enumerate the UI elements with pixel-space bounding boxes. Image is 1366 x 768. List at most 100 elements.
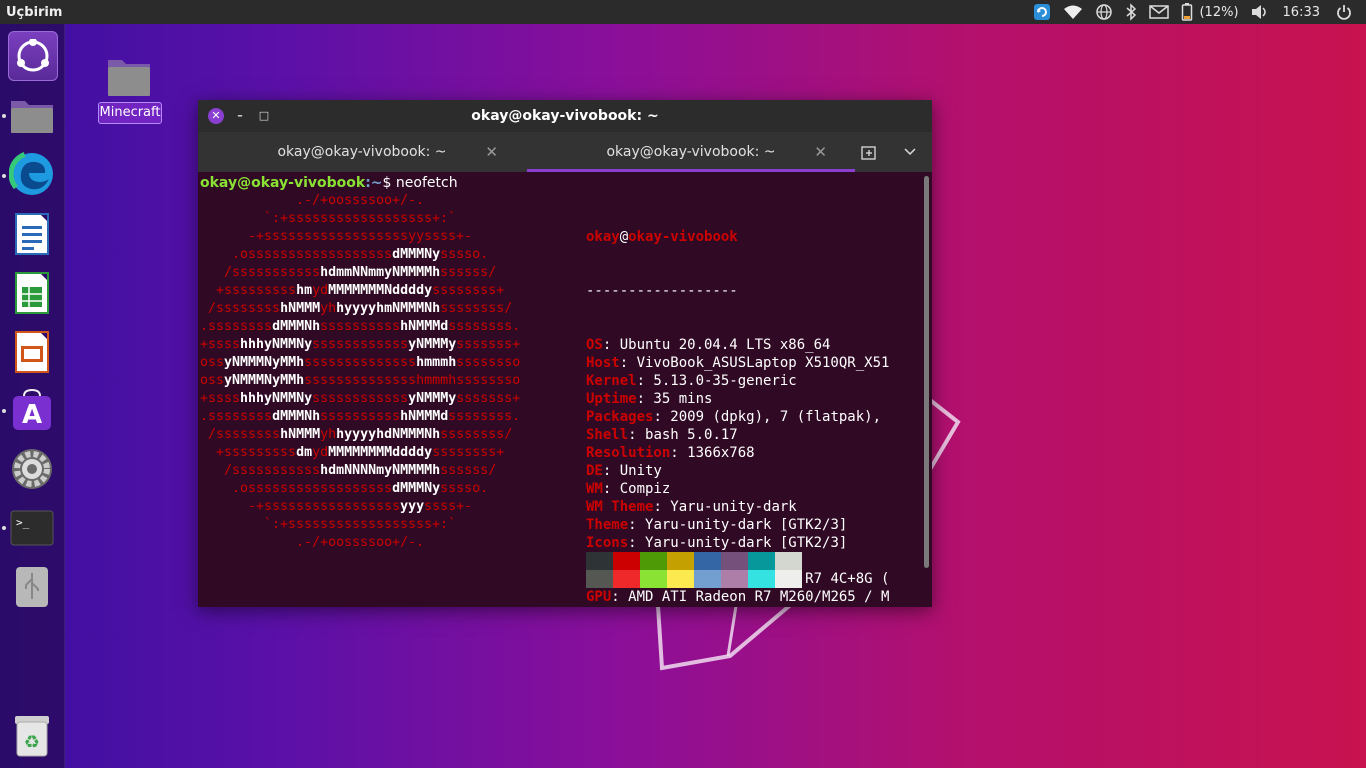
window-titlebar[interactable]: ✕ – □ okay@okay-vivobook: ~ <box>198 100 932 132</box>
logo-segment: sssssss+ <box>456 337 521 352</box>
logo-segment: MMMMMMMNddddy <box>328 283 433 298</box>
network-globe-icon[interactable] <box>1095 0 1113 24</box>
info-line: Uptime: 35 mins <box>586 390 889 408</box>
tab-label: okay@okay-vivobook: ~ <box>277 144 447 160</box>
info-key: OS <box>586 337 603 353</box>
update-icon[interactable] <box>1033 0 1051 24</box>
logo-segment: sssssssssssssshmmmhssssssso <box>304 373 521 388</box>
terminal-icon[interactable]: >_ <box>8 504 56 552</box>
window-title: okay@okay-vivobook: ~ <box>471 108 659 124</box>
logo-segment: dMMMNh <box>272 409 321 424</box>
tab-2[interactable]: okay@okay-vivobook: ~ ✕ <box>527 132 855 172</box>
logo-line: `:+ssssssssssssssssss+:` <box>200 516 520 534</box>
logo-line: -+sssssssssssssssssyyyssss+- <box>200 498 520 516</box>
desktop-folder[interactable]: Minecraft <box>96 54 166 134</box>
close-tab-icon[interactable]: ✕ <box>485 132 498 172</box>
prompt-user: okay@okay-vivobook <box>200 175 366 191</box>
info-value: : 2009 (dpkg), 7 (flatpak), <box>653 409 882 425</box>
writer-icon[interactable] <box>8 210 56 258</box>
battery-percent[interactable]: (12%) <box>1199 0 1238 24</box>
logo-segment: oss <box>200 355 225 370</box>
info-line: Kernel: 5.13.0-35-generic <box>586 372 889 390</box>
close-window-button[interactable]: ✕ <box>208 108 224 124</box>
info-value: : Compiz <box>602 481 671 497</box>
logo-segment: sssso. <box>440 481 489 496</box>
calc-icon[interactable] <box>8 269 56 317</box>
svg-text:A: A <box>22 400 42 430</box>
color-swatch <box>748 552 775 570</box>
volume-icon[interactable] <box>1251 0 1269 24</box>
logo-segment: .ssssssss <box>200 409 273 424</box>
running-indicator <box>2 114 6 118</box>
logo-line: +sssssssssdmydMMMMMMMMddddyssssssss+ <box>200 444 520 462</box>
bluetooth-icon[interactable] <box>1125 0 1137 24</box>
info-value: : VivoBook_ASUSLaptop X510QR_X51 <box>619 355 890 371</box>
info-key: Icons <box>586 535 629 551</box>
color-swatch <box>775 570 802 588</box>
logo-line: ossyNMMMNyMMhsssssssssssssshmmmhssssssso <box>200 354 520 372</box>
new-tab-icon <box>861 146 876 160</box>
mail-icon[interactable] <box>1149 0 1170 24</box>
app-store-icon[interactable]: A <box>8 386 56 434</box>
info-value: : Yaru-unity-dark [GTK2/3] <box>628 517 848 533</box>
logo-segment: yyy <box>400 499 425 514</box>
logo-segment: hyyyyhmNMMMNh <box>336 301 441 316</box>
logo-segment: yd <box>312 445 329 460</box>
logo-segment: .-/+oossssoo+/-. <box>200 535 425 550</box>
logo-segment: dMMMNh <box>272 319 321 334</box>
folder-icon[interactable] <box>8 91 56 139</box>
logo-line: /sssssssshNMMMyhhyyyyhmNMMMNhssssssss/ <box>200 300 520 318</box>
logo-segment: ssssssss. <box>448 319 521 334</box>
logo-segment: ssssssss. <box>448 409 521 424</box>
logo-line: /ssssssssssshdmmNNmmyNMMMMhssssss/ <box>200 264 520 282</box>
maximize-window-button[interactable]: □ <box>256 108 272 124</box>
running-indicator <box>2 409 6 413</box>
logo-segment: ssssss/ <box>440 463 497 478</box>
color-swatch <box>775 552 802 570</box>
info-value: : 5.13.0-35-generic <box>636 373 797 389</box>
edge-icon[interactable] <box>8 150 56 198</box>
close-tab-icon[interactable]: ✕ <box>814 132 827 172</box>
desktop-folder-label: Minecraft <box>98 102 162 124</box>
minimize-window-button[interactable]: – <box>232 108 248 124</box>
logo-segment: dm <box>296 445 313 460</box>
logo-segment: hyyyyhdNMMMNh <box>336 427 441 442</box>
trash-icon[interactable]: ♻ <box>8 711 56 759</box>
info-line: Theme: Yaru-unity-dark [GTK2/3] <box>586 516 889 534</box>
tab-1[interactable]: okay@okay-vivobook: ~ ✕ <box>198 132 526 172</box>
battery-icon[interactable] <box>1181 0 1193 24</box>
tab-menu-button[interactable] <box>896 138 924 166</box>
logo-segment: hdmmNNmmyNMMMMh <box>320 265 441 280</box>
logo-line: `:+ssssssssssssssssss+:` <box>200 210 520 228</box>
logo-segment: ssssss/ <box>440 265 497 280</box>
color-palette <box>586 552 802 588</box>
clock[interactable]: 16:33 <box>1283 0 1320 24</box>
impress-icon[interactable] <box>8 328 56 376</box>
logo-line: +ssssssssshmydMMMMMMMNddddyssssssss+ <box>200 282 520 300</box>
scrollbar[interactable] <box>924 176 929 568</box>
info-value: : AMD ATI Radeon R7 M260/M265 / M <box>611 589 890 605</box>
logo-segment: ssssssssssssss <box>304 355 417 370</box>
color-swatch <box>613 570 640 588</box>
usb-icon[interactable] <box>8 563 56 611</box>
logo-segment: -+ssssssssssssssssssyyssss+- <box>200 229 473 244</box>
new-tab-button[interactable] <box>855 138 883 166</box>
logo-segment: oss <box>200 373 225 388</box>
logo-line: +sssshhhyNMMNyssssssssssssyNMMMysssssss+ <box>200 390 520 408</box>
settings-icon[interactable] <box>8 445 56 493</box>
info-value: : Ubuntu 20.04.4 LTS x86_64 <box>602 337 831 353</box>
info-header: okay@okay-vivobook <box>586 228 889 246</box>
info-line: WM: Compiz <box>586 480 889 498</box>
info-line: Host: VivoBook_ASUSLaptop X510QR_X51 <box>586 354 889 372</box>
palette-row-bright <box>586 570 802 588</box>
ubuntu-dash-icon[interactable] <box>8 31 58 81</box>
logo-segment: hm <box>296 283 313 298</box>
info-line: GPU: AMD ATI Radeon R7 M260/M265 / M <box>586 588 889 606</box>
info-value: : bash 5.0.17 <box>628 427 738 443</box>
logo-segment: /ssssssss <box>200 427 281 442</box>
power-icon[interactable] <box>1336 0 1352 24</box>
terminal-output[interactable]: okay@okay-vivobook:~$ neofetch .-/+oosss… <box>198 172 932 607</box>
color-swatch <box>640 552 667 570</box>
info-key: Packages <box>586 409 654 425</box>
wifi-icon[interactable] <box>1063 0 1083 24</box>
